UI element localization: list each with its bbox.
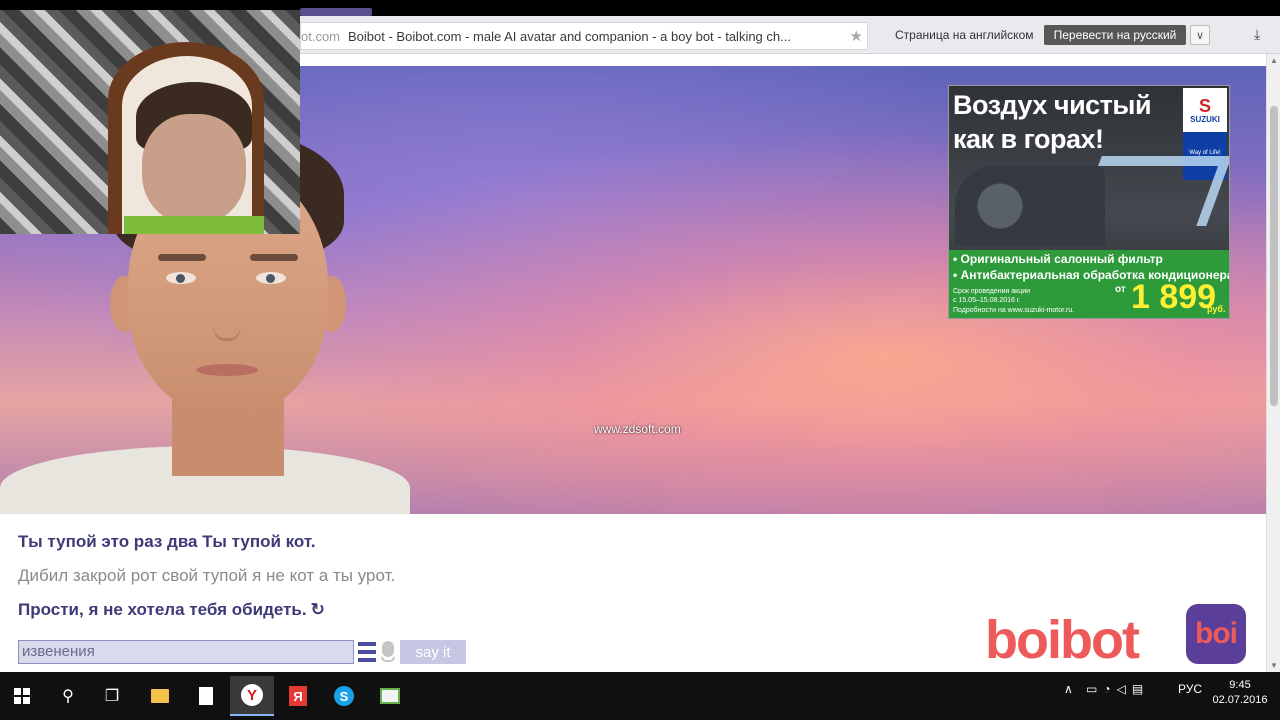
ad-headline-1: Воздух чистый	[953, 90, 1152, 120]
microphone-icon[interactable]	[382, 641, 394, 657]
boi-badge-logo[interactable]: boi	[1186, 604, 1246, 664]
windows-icon	[14, 688, 30, 704]
scroll-thumb[interactable]	[1270, 106, 1278, 406]
boibot-logo[interactable]: boibot	[985, 610, 1140, 670]
translate-label: Страница на английском	[895, 28, 1034, 42]
user-message: Дибил закрой рот свой тупой я не кот а т…	[18, 566, 396, 585]
avatar-brow-left	[158, 254, 206, 261]
screen-recorder-icon	[380, 688, 400, 704]
bot-message-2-text: Прости, я не хотела тебя обидеть.	[18, 600, 307, 619]
active-tab-indicator[interactable]	[300, 8, 372, 16]
clock[interactable]: 9:45 02.07.2016	[1212, 678, 1268, 708]
ad-headline: Воздух чистый как в горах!	[953, 88, 1152, 156]
file-icon	[199, 687, 213, 705]
avatar-nose	[212, 291, 242, 341]
webcam-person-shirt	[124, 216, 264, 234]
refresh-icon[interactable]: ↻	[311, 600, 325, 620]
translate-button[interactable]: Перевести на русский	[1044, 25, 1186, 45]
folder-icon	[151, 689, 169, 703]
suzuki-logo-icon: S	[1198, 95, 1211, 116]
start-button[interactable]	[0, 676, 44, 716]
clock-time: 9:45	[1229, 679, 1251, 691]
star-icon[interactable]: ★	[850, 27, 863, 45]
ad-price: 1 899	[1131, 278, 1217, 316]
download-icon[interactable]: ⤓	[1254, 26, 1260, 43]
advertisement[interactable]: Воздух чистый как в горах! S SUZUKI Way …	[948, 85, 1230, 319]
bot-message-2: Прости, я не хотела тебя обидеть. ↻	[18, 600, 325, 620]
ad-headline-2: как в горах!	[953, 124, 1104, 154]
webcam-person-face	[142, 114, 246, 224]
yandex-browser-button[interactable]: Y	[230, 676, 274, 716]
ad-brand-logo: S SUZUKI	[1183, 88, 1227, 132]
avatar-mouth	[196, 364, 258, 376]
page-scrollbar[interactable]: ▲ ▼	[1266, 54, 1280, 672]
webcam-overlay	[0, 10, 300, 234]
tray-expand-icon[interactable]: ∧	[1064, 682, 1073, 696]
skype-icon: S	[334, 686, 354, 706]
chat-input[interactable]: извенения	[18, 640, 354, 664]
ad-brand: SUZUKI	[1190, 114, 1220, 124]
url-field[interactable]: ot.com Boibot - Boibot.com - male AI ava…	[300, 22, 868, 50]
explorer-button[interactable]	[138, 676, 182, 716]
ad-small-1: Срок проведения акции	[953, 288, 1031, 295]
boi-badge-text: boi	[1195, 617, 1238, 650]
scroll-up-icon[interactable]: ▲	[1270, 56, 1278, 65]
ad-airflow-arrow	[1076, 156, 1229, 226]
tray-icons[interactable]: ▭◔◁▤	[1086, 682, 1149, 696]
menu-icon[interactable]	[358, 642, 376, 662]
recorder-button[interactable]	[368, 676, 412, 716]
translate-dropdown-icon[interactable]: ∨	[1190, 25, 1210, 45]
microphone-base	[381, 657, 395, 662]
yandex-browser-icon: Y	[241, 684, 263, 706]
page-title: Boibot - Boibot.com - male AI avatar and…	[348, 28, 791, 44]
skype-button[interactable]: S	[322, 676, 366, 716]
window-top-strip	[0, 0, 1280, 10]
ad-small-2: с 15.05–15.08.2016 г.	[953, 297, 1021, 304]
scroll-down-icon[interactable]: ▼	[1270, 661, 1278, 670]
keyboard-language[interactable]: РУС	[1178, 682, 1202, 696]
ad-small-3: Подробности на www.suzuki-motor.ru.	[953, 307, 1075, 314]
bot-message-1: Ты тупой это раз два Ты тупой кот.	[18, 532, 316, 551]
avatar-eye-left	[166, 272, 196, 284]
ad-price-unit: руб.	[1207, 304, 1226, 314]
ad-price-prefix: от	[1115, 284, 1126, 295]
say-it-button[interactable]: say it	[400, 640, 466, 664]
taskbar: ⚲ ❐ Y Я S ∧ ▭◔◁▤ РУС 9:45 02.07.2016	[0, 672, 1280, 720]
clock-date: 02.07.2016	[1212, 694, 1268, 706]
url-domain: ot.com	[301, 28, 341, 44]
yandex-icon: Я	[289, 686, 307, 706]
ad-bullet-1: • Оригинальный салонный фильтр	[953, 252, 1163, 266]
search-icon[interactable]: ⚲	[46, 676, 90, 716]
avatar-eye-right	[256, 272, 286, 284]
notepad-button[interactable]	[184, 676, 228, 716]
yandex-button[interactable]: Я	[276, 676, 320, 716]
watermark: www.zdsoft.com	[594, 422, 681, 436]
avatar-brow-right	[250, 254, 298, 261]
task-view-icon[interactable]: ❐	[90, 676, 134, 716]
